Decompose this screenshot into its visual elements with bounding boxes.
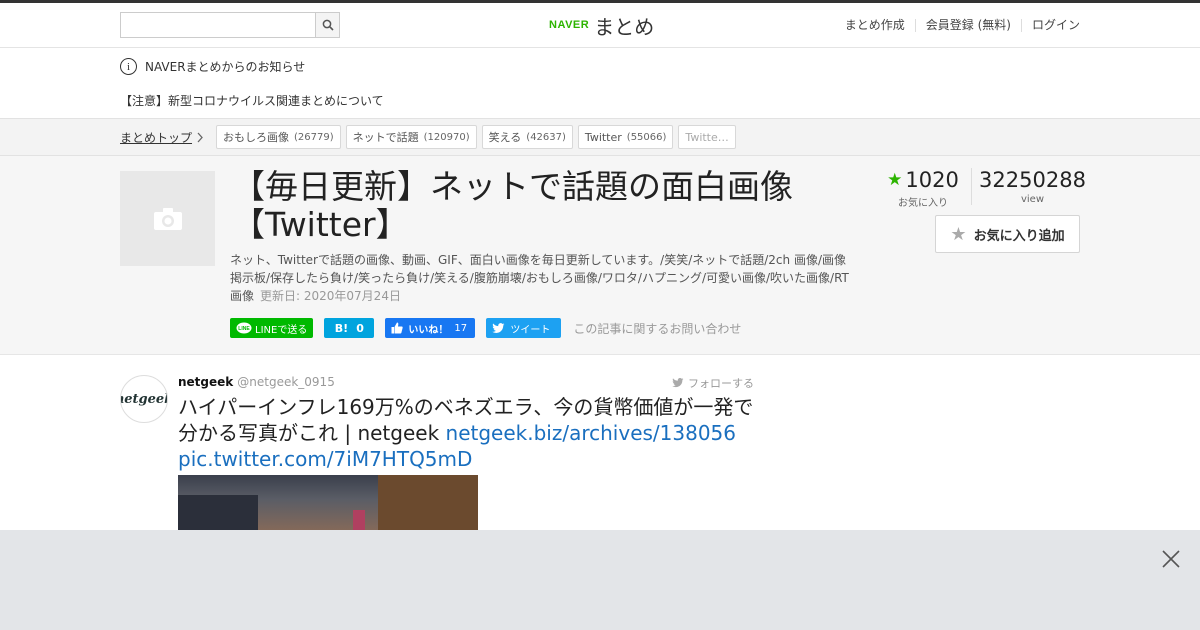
tweet-photo[interactable] [178,475,478,535]
twitter-bird-icon [492,322,505,333]
svg-text:LINE: LINE [238,326,250,332]
share-buttons: LINE LINEで送る B! 0 いいね！ 17 ツイート この記事に関するお… [230,318,741,338]
twitter-bird-icon [672,378,684,388]
notice-area: i NAVERまとめからのお知らせ 【注意】新型コロナウイルス関連まとめについて [120,58,1080,108]
line-share-button[interactable]: LINE LINEで送る [230,318,314,338]
hatena-count: 0 [356,321,364,335]
star-icon: ★ [887,170,903,190]
tag-net-de-wadai[interactable]: ネットで話題 (120970) [345,125,477,149]
login-link[interactable]: ログイン [1020,18,1080,32]
facebook-like-count: 17 [454,322,468,334]
tweet-author-handle: @netgeek_0915 [237,375,335,389]
line-icon: LINE [236,322,252,333]
tweet-text: ハイパーインフレ169万%のベネズエラ、今の貨幣価値が一発で分かる写真がこれ |… [178,394,758,472]
search-box [120,12,340,38]
breadcrumb-bar: まとめトップ おもしろ画像 (26779) ネットで話題 (120970) 笑える (… [0,118,1200,156]
hatena-icon: B! [334,321,349,335]
breadcrumb-top-link[interactable]: まとめトップ [120,129,192,146]
tag-label: 笑える [488,131,522,144]
tag-label: ネットで話題 [352,131,419,144]
tag-label: Twitter [584,130,622,144]
favorite-count-label: お気に入り [898,198,948,209]
bottom-ad-overlay [0,530,1200,630]
tweet-label: ツイート [510,324,551,336]
breadcrumb: まとめトップ おもしろ画像 (26779) ネットで話題 (120970) 笑える (… [120,125,741,149]
info-icon: i [120,58,137,75]
header-nav: まとめ作成 会員登録 (無料) ログイン [835,12,1080,38]
add-favorite-label: お気に入り追加 [973,228,1065,244]
updated-date: 更新日: 2020年07月24日 [260,289,401,303]
article-description: ネット、Twitterで話題の画像、動画、GIF、面白い画像を毎日更新しています… [230,251,850,305]
follow-button[interactable]: フォローする [672,375,754,391]
avatar-logo-text: netgeek [121,391,167,407]
tag-twitter-more[interactable]: Twitte… [678,125,736,149]
line-share-label: LINEで送る [255,324,308,336]
notice-item-link[interactable]: 【注意】新型コロナウイルス関連まとめについて [120,92,1080,109]
favorite-count: ★ 1020 お気に入り [887,168,959,209]
article-thumbnail [120,171,215,266]
notice-heading: NAVERまとめからのお知らせ [145,60,306,74]
site-logo[interactable]: NAVER まとめ [549,12,655,39]
tag-waraeru[interactable]: 笑える (42637) [481,125,573,149]
close-icon[interactable] [1160,548,1182,570]
tag-count: (42637) [526,131,566,143]
chevron-right-icon [197,132,203,142]
tweet-button[interactable]: ツイート [486,318,562,338]
register-link[interactable]: 会員登録 (無料) [914,18,1021,32]
article-header: 【毎日更新】ネットで話題の面白画像【Twitter】 ネット、Twitterで話… [0,156,1200,355]
tweet-author[interactable]: netgeek @netgeek_0915 [178,375,335,389]
add-favorite-button[interactable]: ★ お気に入り追加 [935,215,1080,253]
create-matome-link[interactable]: まとめ作成 [835,18,915,32]
view-count-value: 32250288 [979,168,1086,192]
camera-icon [153,207,182,230]
tag-twitter[interactable]: Twitter (55066) [577,125,674,149]
view-count: 32250288 view [971,168,1093,205]
star-icon: ★ [950,223,967,245]
view-count-label: view [1020,194,1045,205]
search-icon [322,19,334,31]
avatar[interactable]: netgeek [120,375,168,423]
tag-label: おもしろ画像 [223,131,290,144]
logo-matome: まとめ [594,14,655,39]
thumbs-up-icon [391,322,404,334]
tweet-link-article[interactable]: netgeek.biz/archives/138056 [446,421,736,445]
facebook-like-label: いいね！ [408,324,449,336]
search-input[interactable] [121,13,315,37]
hatena-bookmark-button[interactable]: B! 0 [324,318,375,338]
tag-count: (120970) [423,131,470,143]
site-header: NAVER まとめ まとめ作成 会員登録 (無料) ログイン [0,3,1200,48]
follow-label: フォローする [688,377,754,390]
search-button[interactable] [315,13,339,37]
inquiry-link[interactable]: この記事に関するお問い合わせ [573,320,741,337]
tweet-author-name: netgeek [178,375,234,389]
favorite-count-value: 1020 [905,168,959,192]
tag-count: (55066) [626,131,667,143]
logo-naver: NAVER [549,19,590,31]
tag-count: (26779) [294,131,334,143]
tweet-link-pic[interactable]: pic.twitter.com/7iM7HTQ5mD [178,447,472,471]
tag-omoshiro-gazou[interactable]: おもしろ画像 (26779) [216,125,341,149]
article-title: 【毎日更新】ネットで話題の面白画像【Twitter】 [232,167,793,244]
tag-label: Twitte… [685,130,729,144]
facebook-like-button[interactable]: いいね！ 17 [385,318,476,338]
